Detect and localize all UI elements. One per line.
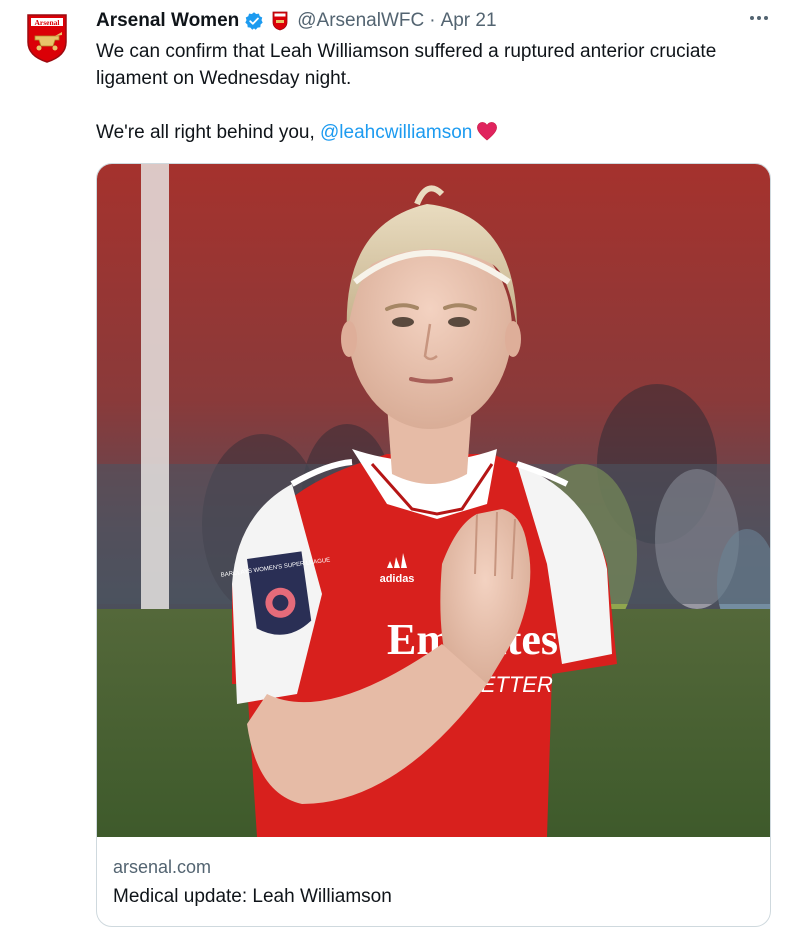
- more-options-icon[interactable]: [744, 8, 774, 28]
- tweet-header: Arsenal Women @ArsenalWFC · Apr 21: [96, 9, 497, 33]
- more-dot: [750, 16, 754, 20]
- svg-text:adidas: adidas: [380, 573, 415, 585]
- verified-badge-icon[interactable]: [244, 11, 264, 31]
- player-photo: adidas Emirates FLY BETTER BARCLAYS WOME…: [97, 164, 770, 837]
- red-heart-emoji-icon: [476, 121, 498, 141]
- tweet-text-line1: We can confirm that Leah Williamson suff…: [96, 41, 717, 89]
- author-handle[interactable]: @ArsenalWFC: [297, 10, 424, 32]
- tweet-text: We can confirm that Leah Williamson suff…: [96, 38, 736, 146]
- author-avatar[interactable]: Arsenal: [25, 12, 69, 64]
- arsenal-crest-avatar-icon: Arsenal: [27, 14, 67, 63]
- tweet-text-line2-prefix: We're all right behind you,: [96, 122, 321, 143]
- card-image[interactable]: adidas Emirates FLY BETTER BARCLAYS WOME…: [97, 164, 770, 837]
- more-dot: [764, 16, 768, 20]
- arsenal-crest-icon[interactable]: [271, 11, 289, 31]
- more-dot: [757, 16, 761, 20]
- svg-text:Arsenal: Arsenal: [35, 18, 60, 27]
- tweet[interactable]: Arsenal Arsenal Women @ArsenalWFC · Apr …: [0, 0, 800, 935]
- mention-link[interactable]: @leahcwilliamson: [320, 122, 472, 143]
- tweet-text-line2: We're all right behind you, @leahcwillia…: [96, 119, 736, 146]
- card-title[interactable]: Medical update: Leah Williamson: [113, 886, 392, 908]
- link-preview-card[interactable]: adidas Emirates FLY BETTER BARCLAYS WOME…: [96, 163, 771, 927]
- header-separator: ·: [429, 10, 436, 31]
- card-domain[interactable]: arsenal.com: [113, 857, 211, 878]
- author-display-name[interactable]: Arsenal Women: [96, 10, 239, 32]
- tweet-date[interactable]: Apr 21: [441, 10, 497, 32]
